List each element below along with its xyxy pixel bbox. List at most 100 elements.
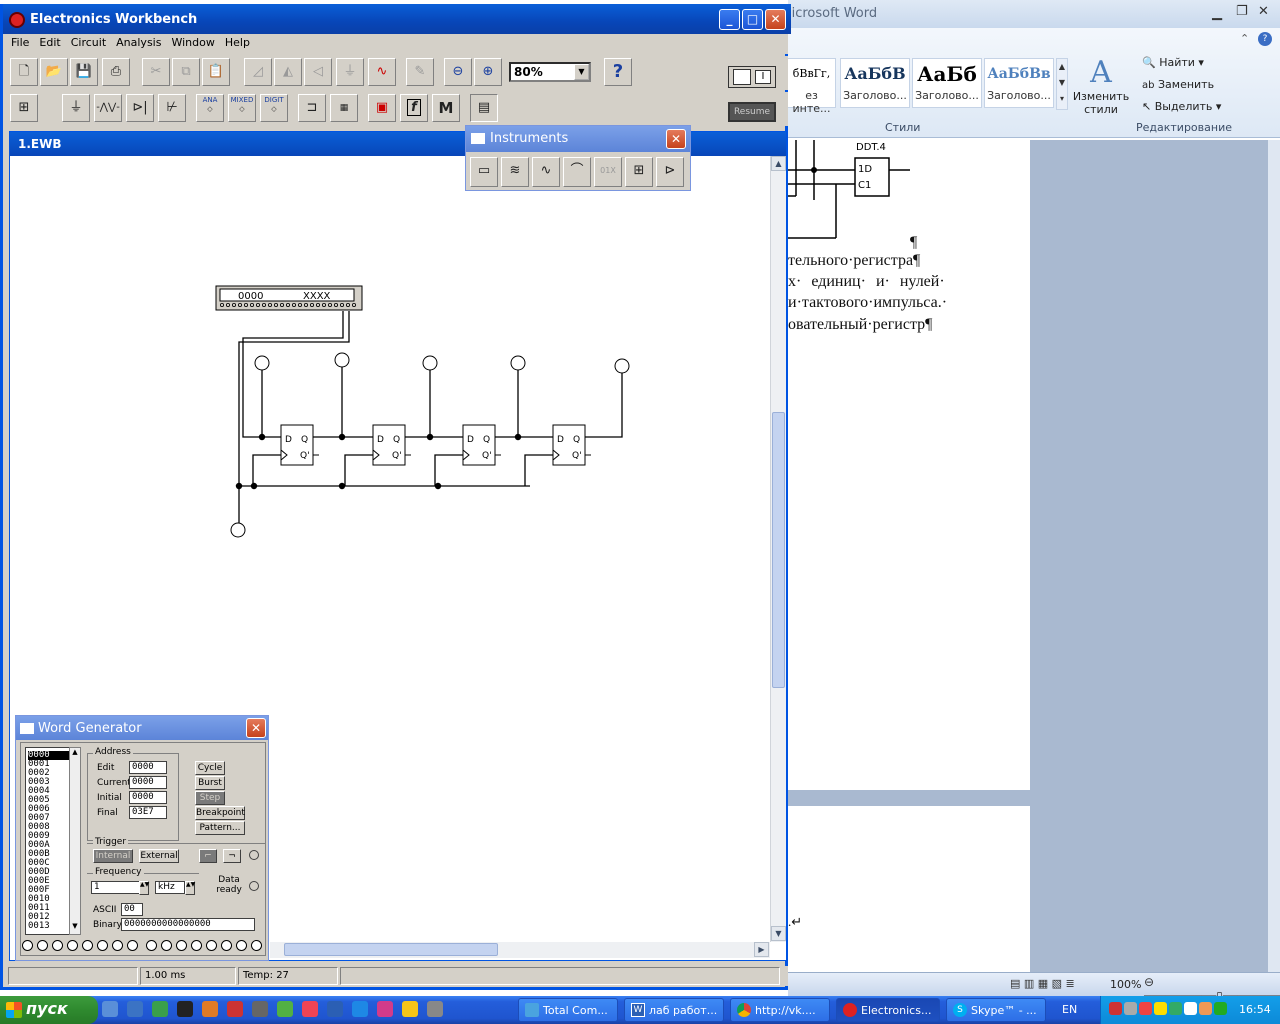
- tray-icon[interactable]: [1214, 1002, 1227, 1015]
- junction-dot[interactable]: [250, 482, 258, 490]
- minimize-icon[interactable]: ▁: [1212, 6, 1222, 21]
- ff-pin-q[interactable]: Q: [483, 435, 490, 445]
- probe-icon[interactable]: [510, 355, 526, 371]
- output-pin-icon[interactable]: [127, 940, 138, 951]
- save-icon[interactable]: 💾: [70, 58, 98, 86]
- probe-icon[interactable]: [254, 355, 270, 371]
- output-pin-icon[interactable]: [176, 940, 187, 951]
- output-pin-icon[interactable]: [221, 940, 232, 951]
- zoom-level[interactable]: 100%: [1110, 978, 1141, 991]
- quick-launch-icon[interactable]: [402, 1001, 418, 1017]
- digital-bin-icon[interactable]: ▦: [330, 94, 358, 122]
- ff-pin-qn[interactable]: Q': [300, 451, 310, 461]
- data-ready-icon[interactable]: [249, 881, 259, 891]
- cycle-button[interactable]: Cycle: [195, 761, 225, 775]
- wg-list-scroll[interactable]: ▲ ▼: [69, 747, 81, 935]
- burst-button[interactable]: Burst: [195, 776, 225, 790]
- ff-pin-qn[interactable]: Q': [392, 451, 402, 461]
- power-switch[interactable]: I: [728, 66, 776, 88]
- quick-launch-icon[interactable]: [202, 1001, 218, 1017]
- wg-title-bar[interactable]: Word Generator ✕: [16, 716, 268, 740]
- rising-edge-icon[interactable]: ⌐: [199, 849, 217, 863]
- misc-bin-icon[interactable]: M: [432, 94, 460, 122]
- scroll-down-icon[interactable]: ▼: [771, 926, 786, 941]
- help-button[interactable]: ?: [604, 58, 632, 86]
- ascii-field[interactable]: 00: [121, 903, 143, 916]
- tray-icon[interactable]: [1154, 1002, 1167, 1015]
- new-file-icon[interactable]: 🗋: [10, 58, 38, 86]
- junction-dot[interactable]: [258, 433, 266, 441]
- quick-launch-icon[interactable]: [352, 1001, 368, 1017]
- ff-pin-q[interactable]: Q: [393, 435, 400, 445]
- probe-icon[interactable]: [422, 355, 438, 371]
- output-pin-icon[interactable]: [206, 940, 217, 951]
- indicators-bin-icon[interactable]: ▣: [368, 94, 396, 122]
- word-display[interactable]: 0000 XXXX: [215, 285, 363, 311]
- tray-icon[interactable]: [1124, 1002, 1137, 1015]
- menu-file[interactable]: File: [6, 34, 34, 51]
- diodes-bin-icon[interactable]: ⊳|: [126, 94, 154, 122]
- basic-bin-icon[interactable]: -⋀⋁-: [94, 94, 122, 122]
- binary-field[interactable]: 0000000000000000: [121, 918, 255, 931]
- quick-launch-icon[interactable]: [277, 1001, 293, 1017]
- junction-dot[interactable]: [426, 433, 434, 441]
- output-pin-icon[interactable]: [67, 940, 78, 951]
- scroll-thumb[interactable]: [772, 412, 785, 688]
- d-flip-flop[interactable]: D Q Q': [280, 424, 319, 466]
- chevron-down-icon[interactable]: ▼: [574, 64, 589, 80]
- bode-plotter-icon[interactable]: ⌒: [563, 157, 591, 187]
- d-flip-flop[interactable]: D Q Q': [462, 424, 501, 466]
- instruments-bin-icon[interactable]: ▤: [470, 94, 498, 122]
- task-word[interactable]: Wлаб работ...: [624, 998, 724, 1022]
- create-subcircuit-icon[interactable]: ∿: [368, 58, 396, 86]
- close-icon[interactable]: ✕: [1258, 4, 1269, 19]
- frequency-stepper[interactable]: ▲▼: [139, 881, 149, 895]
- digital-ics-bin-icon[interactable]: DIGIT ◇: [260, 94, 288, 122]
- oscilloscope-icon[interactable]: ∿: [532, 157, 560, 187]
- menu-circuit[interactable]: Circuit: [66, 34, 111, 51]
- word-generator-icon[interactable]: 01X: [594, 157, 622, 187]
- start-button[interactable]: пуск: [0, 996, 98, 1024]
- transistors-bin-icon[interactable]: ⊬: [158, 94, 186, 122]
- probe-icon[interactable]: [230, 522, 246, 538]
- wire[interactable]: [344, 454, 373, 486]
- output-pin-icon[interactable]: [22, 940, 33, 951]
- ff-pin-qn[interactable]: Q': [572, 451, 582, 461]
- ff-pin-d[interactable]: D: [467, 435, 474, 445]
- output-pin-icon[interactable]: [161, 940, 172, 951]
- step-button[interactable]: Step: [195, 791, 225, 805]
- quick-launch-icon[interactable]: [102, 1001, 118, 1017]
- ff-pin-qn[interactable]: Q': [482, 451, 492, 461]
- styles-scroll[interactable]: ▲ ▼ ▾: [1056, 58, 1068, 110]
- wire[interactable]: [524, 454, 553, 486]
- document-page[interactable]: DDT.4 1D C1 ¶ тельного·регистра¶ х· един…: [788, 140, 1030, 790]
- rotate-icon[interactable]: ◿: [244, 58, 272, 86]
- scroll-right-icon[interactable]: ▶: [754, 942, 769, 957]
- controls-bin-icon[interactable]: f: [400, 94, 428, 122]
- tray-icon[interactable]: [1169, 1002, 1182, 1015]
- analog-ics-bin-icon[interactable]: ANA ◇: [196, 94, 224, 122]
- final-field[interactable]: 03E7: [129, 806, 167, 819]
- ewb-title-bar[interactable]: Electronics Workbench _ □ ✕: [3, 4, 791, 34]
- document-page-2[interactable]: .↵: [788, 806, 1030, 996]
- quick-launch-icon[interactable]: [327, 1001, 343, 1017]
- output-pin-icon[interactable]: [97, 940, 108, 951]
- wire[interactable]: [252, 454, 281, 486]
- quick-launch-icon[interactable]: [177, 1001, 193, 1017]
- circuit-hscroll[interactable]: ▶: [270, 942, 770, 958]
- output-pin-icon[interactable]: [146, 940, 157, 951]
- help-icon[interactable]: ⌃: [1240, 32, 1249, 45]
- output-pin-icon[interactable]: [82, 940, 93, 951]
- tray-icon[interactable]: [1139, 1002, 1152, 1015]
- logic-gates-bin-icon[interactable]: ⊐: [298, 94, 326, 122]
- zoom-select[interactable]: 80% ▼: [509, 62, 591, 82]
- menu-window[interactable]: Window: [166, 34, 219, 51]
- open-folder-icon[interactable]: 📂: [40, 58, 68, 86]
- menu-edit[interactable]: Edit: [34, 34, 65, 51]
- quick-launch-icon[interactable]: [127, 1001, 143, 1017]
- instruments-close-button[interactable]: ✕: [666, 129, 686, 149]
- hscroll-thumb[interactable]: [284, 943, 498, 956]
- ff-pin-d[interactable]: D: [557, 435, 564, 445]
- frequency-field[interactable]: 1: [91, 881, 141, 894]
- tray-icon[interactable]: [1184, 1002, 1197, 1015]
